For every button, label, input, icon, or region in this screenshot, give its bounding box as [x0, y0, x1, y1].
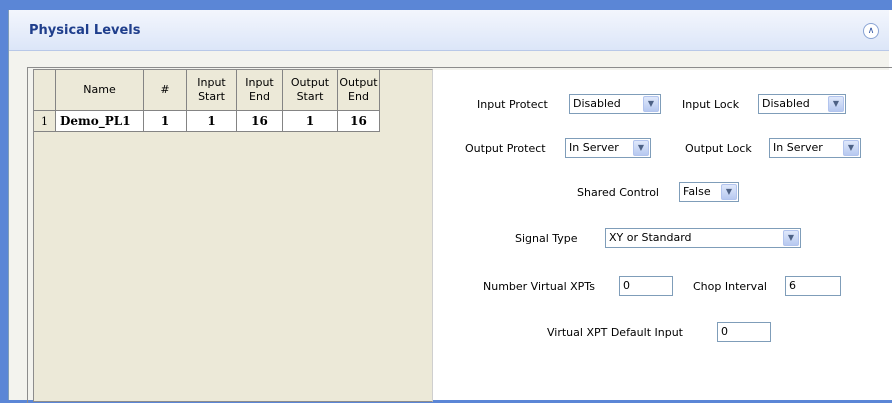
column-header-number[interactable]: #: [143, 70, 187, 111]
panel-title: Physical Levels: [29, 23, 141, 38]
input-protect-select[interactable]: Disabled ▼: [569, 94, 661, 114]
chevron-down-icon: ▼: [633, 140, 649, 156]
cell-name[interactable]: Demo_PL1: [55, 110, 144, 132]
input-lock-label: Input Lock: [682, 98, 740, 111]
input-protect-label: Input Protect: [477, 98, 548, 111]
column-header-output-start[interactable]: Output Start: [282, 70, 338, 111]
physical-levels-grid: Name # Input Start Input End Output Star…: [33, 69, 433, 402]
column-header-input-end[interactable]: Input End: [236, 70, 283, 111]
physical-levels-panel: Physical Levels ∧ Name # Input Start Inp…: [8, 10, 892, 403]
column-header-output-end[interactable]: Output End: [337, 70, 380, 111]
chevron-down-icon: ▼: [828, 96, 844, 112]
panel-body: Name # Input Start Input End Output Star…: [9, 51, 892, 403]
chop-interval-label: Chop Interval: [693, 280, 767, 293]
virtual-xpt-default-input-field[interactable]: 0: [717, 322, 771, 342]
row-number: 1: [34, 110, 56, 132]
output-lock-select[interactable]: In Server ▼: [769, 138, 861, 158]
output-protect-label: Output Protect: [465, 142, 546, 155]
cell-input-start[interactable]: 1: [186, 110, 237, 132]
chop-interval-input[interactable]: 6: [785, 276, 841, 296]
column-header-name[interactable]: Name: [55, 70, 144, 111]
cell-input-end[interactable]: 16: [236, 110, 283, 132]
cell-number[interactable]: 1: [143, 110, 187, 132]
output-lock-label: Output Lock: [685, 142, 752, 155]
virtual-xpt-default-input-label: Virtual XPT Default Input: [547, 326, 683, 339]
level-properties-form: Input Protect Disabled ▼ Input Lock Disa…: [433, 70, 889, 400]
cell-output-end[interactable]: 16: [337, 110, 380, 132]
table-row[interactable]: 1 Demo_PL1 1 1 16 1 16: [34, 110, 380, 132]
signal-type-select[interactable]: XY or Standard ▼: [605, 228, 801, 248]
chevron-down-icon: ▼: [643, 96, 659, 112]
chevron-down-icon: ▼: [843, 140, 859, 156]
output-protect-select[interactable]: In Server ▼: [565, 138, 651, 158]
signal-type-label: Signal Type: [515, 232, 578, 245]
chevron-down-icon: ▼: [721, 184, 737, 200]
collapse-icon[interactable]: ∧: [863, 23, 879, 39]
row-number-header: [34, 70, 56, 111]
number-virtual-xpts-input[interactable]: 0: [619, 276, 673, 296]
number-virtual-xpts-label: Number Virtual XPTs: [483, 280, 595, 293]
shared-control-label: Shared Control: [577, 186, 659, 199]
column-header-input-start[interactable]: Input Start: [186, 70, 237, 111]
panel-header: Physical Levels ∧: [9, 10, 889, 51]
levels-table: Name # Input Start Input End Output Star…: [34, 70, 380, 132]
shared-control-select[interactable]: False ▼: [679, 182, 739, 202]
input-lock-select[interactable]: Disabled ▼: [758, 94, 846, 114]
table-header-row: Name # Input Start Input End Output Star…: [34, 70, 380, 111]
chevron-down-icon: ▼: [783, 230, 799, 246]
cell-output-start[interactable]: 1: [282, 110, 338, 132]
